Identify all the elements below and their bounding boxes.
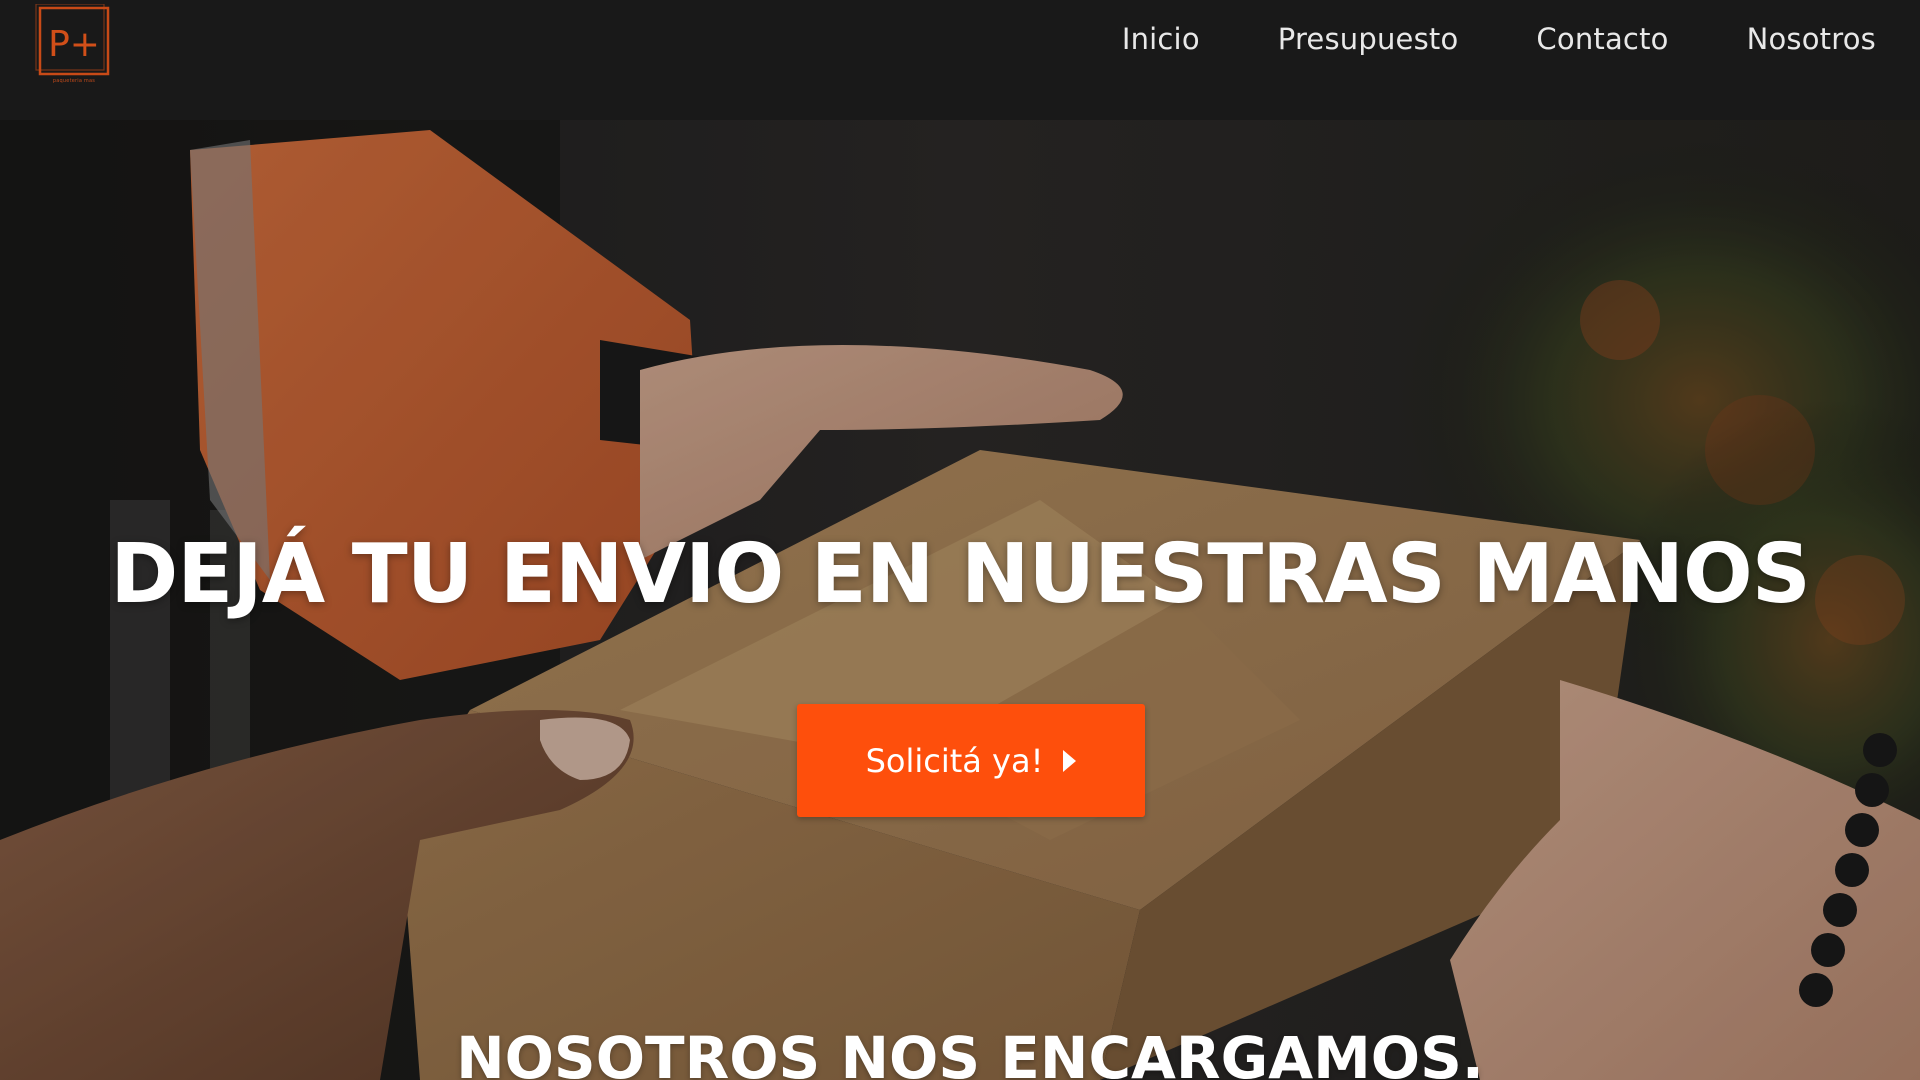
nav-item-presupuesto[interactable]: Presupuesto [1278,22,1459,56]
solicita-ya-button[interactable]: Solicitá ya! [797,704,1145,817]
main-nav: Inicio Presupuesto Contacto Nosotros [1044,22,1876,56]
logo-mark-icon: P+ [35,4,110,76]
nav-item-inicio[interactable]: Inicio [1122,22,1200,56]
logo-tagline: paqueteria mas [52,78,96,84]
nav-item-nosotros[interactable]: Nosotros [1747,22,1876,56]
hero-section: DEJÁ TU ENVIO EN NUESTRAS MANOS Solicitá… [0,120,1920,1080]
logo[interactable]: P+ paqueteria mas [34,4,114,84]
site-header: P+ paqueteria mas Inicio Presupuesto Con… [0,0,1920,120]
caret-right-icon [1063,749,1077,772]
hero-headline: DEJÁ TU ENVIO EN NUESTRAS MANOS [110,526,1811,622]
cta-label: Solicitá ya! [865,741,1044,780]
nav-item-contacto[interactable]: Contacto [1536,22,1668,56]
logo-mark-text: P+ [48,24,100,65]
hero-subline: NOSOTROS NOS ENCARGAMOS. [456,1024,1484,1080]
page: P+ paqueteria mas Inicio Presupuesto Con… [0,0,1920,1080]
